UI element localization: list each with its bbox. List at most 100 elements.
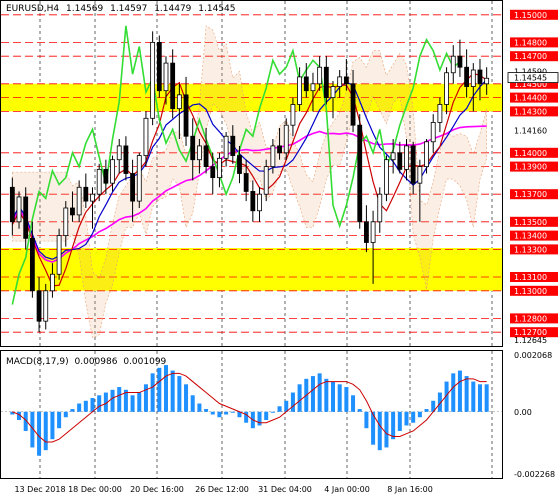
macd-bar [143, 384, 148, 412]
chart-window: 1.15000 1.14800 1.14700 1.14590 1.14500 1.144… [0, 0, 559, 499]
price-label: 1.15000 [514, 11, 547, 20]
candle-body [263, 166, 269, 195]
candle-body [36, 290, 42, 322]
macd-bar [477, 384, 482, 412]
time-label: 20 Dec 16:00 [130, 485, 184, 494]
macd-bar [364, 411, 369, 429]
macd-bar [70, 409, 75, 412]
candle-body [237, 155, 242, 174]
candle-body [210, 166, 216, 179]
candle-body [350, 83, 356, 126]
candle-body [96, 168, 102, 195]
candle-body [424, 141, 429, 167]
candle-body [183, 94, 189, 137]
macd-bar [43, 411, 48, 451]
macd-signal-value: 0.001099 [123, 357, 167, 367]
macd-bar [163, 365, 168, 412]
macd-bar [137, 392, 142, 412]
candle-body [203, 145, 209, 167]
macd-bar [50, 411, 55, 440]
candle-body [156, 42, 162, 92]
macd-bar [277, 406, 282, 412]
candle-body [130, 173, 135, 202]
macd-axis-label: 0.002068 [514, 351, 552, 360]
candle-body [29, 237, 35, 292]
macd-bar [310, 376, 315, 412]
macd-bar [451, 373, 456, 412]
price-label: 1.14000 [514, 149, 547, 158]
price-label: 1.13100 [514, 273, 547, 282]
chart-canvas: 1.150001.148001.147001.145901.145001.144… [0, 0, 559, 494]
macd-bar [190, 395, 195, 412]
macd-bar [290, 392, 295, 412]
macd-bar [411, 411, 416, 423]
candle-body [70, 207, 75, 216]
macd-bar [424, 409, 429, 412]
candle-body [283, 124, 289, 154]
time-label: 18 Dec 00:00 [68, 485, 122, 494]
macd-bar [197, 403, 202, 412]
macd-bar [150, 373, 155, 412]
candle-body [83, 186, 89, 202]
price-label: 1.12645 [514, 336, 547, 345]
price-label: 1.13400 [514, 232, 547, 241]
macd-bar [264, 411, 269, 420]
candle-body [397, 152, 403, 170]
candle-body [170, 62, 176, 110]
macd-main-value: 0.000986 [74, 357, 118, 367]
macd-bar [351, 395, 356, 412]
price-label: 1.14400 [514, 94, 547, 103]
macd-bar [317, 373, 322, 412]
macd-bar [257, 411, 262, 426]
macd-bar [297, 384, 302, 412]
macd-bar [204, 409, 209, 412]
candle-body [384, 159, 389, 195]
candle-body [357, 124, 363, 223]
chart-close: 1.14545 [198, 4, 236, 14]
macd-bar [37, 411, 42, 456]
chart-low: 1.14479 [154, 4, 192, 14]
macd-bar [344, 387, 349, 412]
candle-body [410, 145, 416, 184]
time-label: 4 Jan 00:00 [324, 485, 370, 494]
macd-axis-label: -0.002268 [514, 470, 555, 479]
candle-body [484, 77, 490, 85]
candle-body [76, 186, 82, 216]
time-axis: 13 Dec 2018 18 Dec 00:00 20 Dec 16:00 26 De… [14, 485, 432, 494]
price-label: 1.14300 [514, 107, 547, 116]
candle-body [323, 66, 329, 98]
candle-body [257, 193, 262, 212]
macd-bar [130, 395, 135, 412]
macd-label: MACD(8,17,9) [6, 357, 69, 367]
macd-bar [471, 381, 476, 412]
candle-body [297, 76, 303, 105]
time-label: 13 Dec 2018 [14, 485, 65, 494]
macd-bar [331, 381, 336, 412]
price-label: 1.14700 [514, 52, 547, 61]
candle-body [50, 273, 55, 292]
macd-bar [184, 384, 189, 412]
candle-body [470, 69, 476, 87]
candle-body [176, 94, 182, 110]
time-label: 8 Jan 16:00 [387, 485, 433, 494]
candle-body [337, 76, 343, 87]
candle-body [230, 135, 236, 156]
candle-body [9, 186, 15, 223]
candle-body [317, 66, 323, 85]
candle-body [150, 42, 156, 119]
candle-body [444, 72, 449, 105]
macd-bar [357, 409, 362, 412]
candle-body [43, 290, 49, 322]
macd-bar [170, 370, 175, 412]
candle-body [90, 193, 95, 202]
macd-bar [110, 389, 115, 412]
candle-body [223, 135, 229, 159]
candle-body [163, 62, 169, 92]
candle-body [477, 69, 483, 85]
current-price-label: 1.14545 [514, 74, 547, 83]
price-label: 1.13900 [514, 163, 547, 172]
macd-bar [117, 387, 122, 412]
chart-symbol: EURUSD,H4 [6, 4, 60, 14]
candle-body [196, 145, 202, 161]
candle-body [23, 196, 29, 239]
